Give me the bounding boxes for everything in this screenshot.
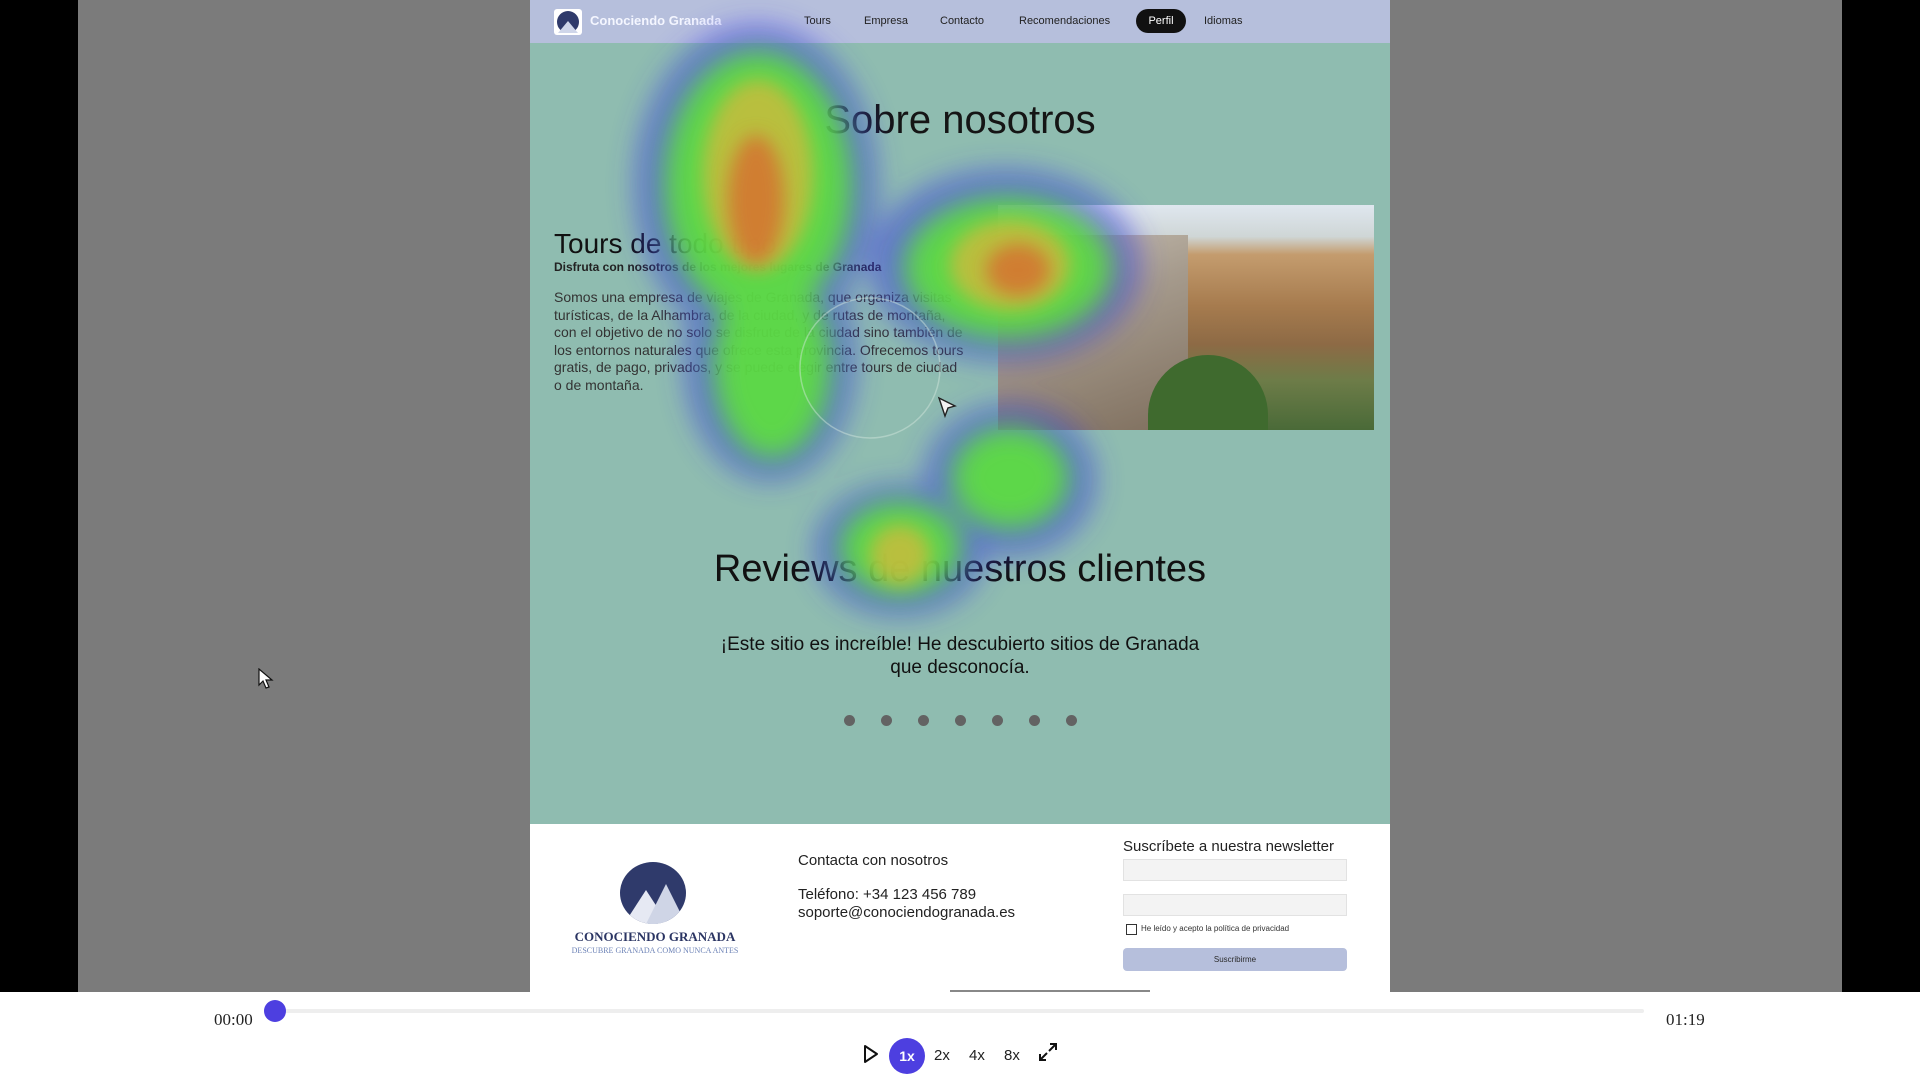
- subscribe-button[interactable]: Suscribirme: [1123, 948, 1347, 971]
- carousel-dot[interactable]: [917, 715, 929, 726]
- progress-track[interactable]: [276, 1009, 1644, 1013]
- tours-title: Tours de todo tipo: [554, 228, 777, 259]
- nav-link-perfil[interactable]: Perfil: [1136, 9, 1186, 33]
- cursor-icon: [937, 396, 957, 419]
- nav-link-idiomas[interactable]: Idiomas: [1204, 15, 1243, 27]
- play-icon[interactable]: [858, 1042, 882, 1066]
- tours-subtitle: Disfruta con nosotros de los mejores lug…: [554, 260, 882, 274]
- fullscreen-icon[interactable]: [1038, 1042, 1058, 1062]
- speed-4x-button[interactable]: 4x: [969, 1047, 985, 1064]
- carousel-dot[interactable]: [880, 715, 892, 726]
- progress-thumb[interactable]: [264, 1000, 286, 1022]
- site-footer: CONOCIENDO GRANADA DESCUBRE GRANADA COMO…: [530, 824, 1390, 992]
- reviews-title: Reviews de nuestros clientes: [713, 548, 1207, 590]
- speed-1x-button[interactable]: 1x: [889, 1038, 925, 1074]
- nav-logo-icon[interactable]: [554, 9, 582, 35]
- speed-8x-button[interactable]: 8x: [1004, 1047, 1020, 1064]
- newsletter-title: Suscríbete a nuestra newsletter: [1123, 838, 1334, 855]
- privacy-checkbox[interactable]: [1126, 924, 1137, 935]
- speed-2x-button[interactable]: 2x: [934, 1047, 950, 1064]
- tours-description: Somos una empresa de viajes de Granada, …: [554, 289, 964, 393]
- review-carousel-dots: [530, 713, 1390, 727]
- nav-link-contacto[interactable]: Contacto: [940, 15, 984, 27]
- cursor-icon: [258, 668, 274, 689]
- current-time: 00:00: [214, 1010, 253, 1029]
- carousel-dot[interactable]: [954, 715, 966, 726]
- footer-brand: CONOCIENDO GRANADA: [574, 929, 736, 944]
- carousel-dot[interactable]: [1065, 715, 1077, 726]
- footer-tagline: DESCUBRE GRANADA COMO NUNCA ANTES: [571, 946, 739, 955]
- player-controls: 00:00 01:19 1x 2x 4x 8x: [0, 992, 1920, 1080]
- review-quote: ¡Este sitio es increíble! He descubierto…: [720, 634, 1200, 678]
- contact-title: Contacta con nosotros: [798, 852, 949, 869]
- carousel-dot[interactable]: [991, 715, 1003, 726]
- recorded-website: Conociendo Granada Tours Empresa Contact…: [530, 0, 1390, 992]
- carousel-dot[interactable]: [1028, 715, 1040, 726]
- nav-link-recomendaciones[interactable]: Recomendaciones: [1019, 15, 1110, 27]
- carousel-dot[interactable]: [843, 715, 855, 726]
- recording-stage: Conociendo Granada Tours Empresa Contact…: [0, 0, 1920, 992]
- total-time: 01:19: [1666, 1010, 1705, 1029]
- about-title: Sobre nosotros: [824, 98, 1096, 142]
- nav-link-empresa[interactable]: Empresa: [864, 15, 908, 27]
- footer-logo-icon: [620, 862, 686, 924]
- site-navbar: Conociendo Granada Tours Empresa Contact…: [530, 0, 1390, 43]
- nav-link-tours[interactable]: Tours: [804, 15, 831, 27]
- privacy-label: He leído y acepto la política de privaci…: [1141, 924, 1290, 933]
- landscape-photo: [998, 205, 1374, 430]
- contact-email[interactable]: soporte@conociendogranada.es: [798, 904, 1015, 921]
- contact-phone: Teléfono: +34 123 456 789: [798, 886, 977, 903]
- newsletter-email-input[interactable]: [1123, 894, 1347, 916]
- newsletter-name-input[interactable]: [1123, 859, 1347, 881]
- nav-brand[interactable]: Conociendo Granada: [590, 13, 721, 28]
